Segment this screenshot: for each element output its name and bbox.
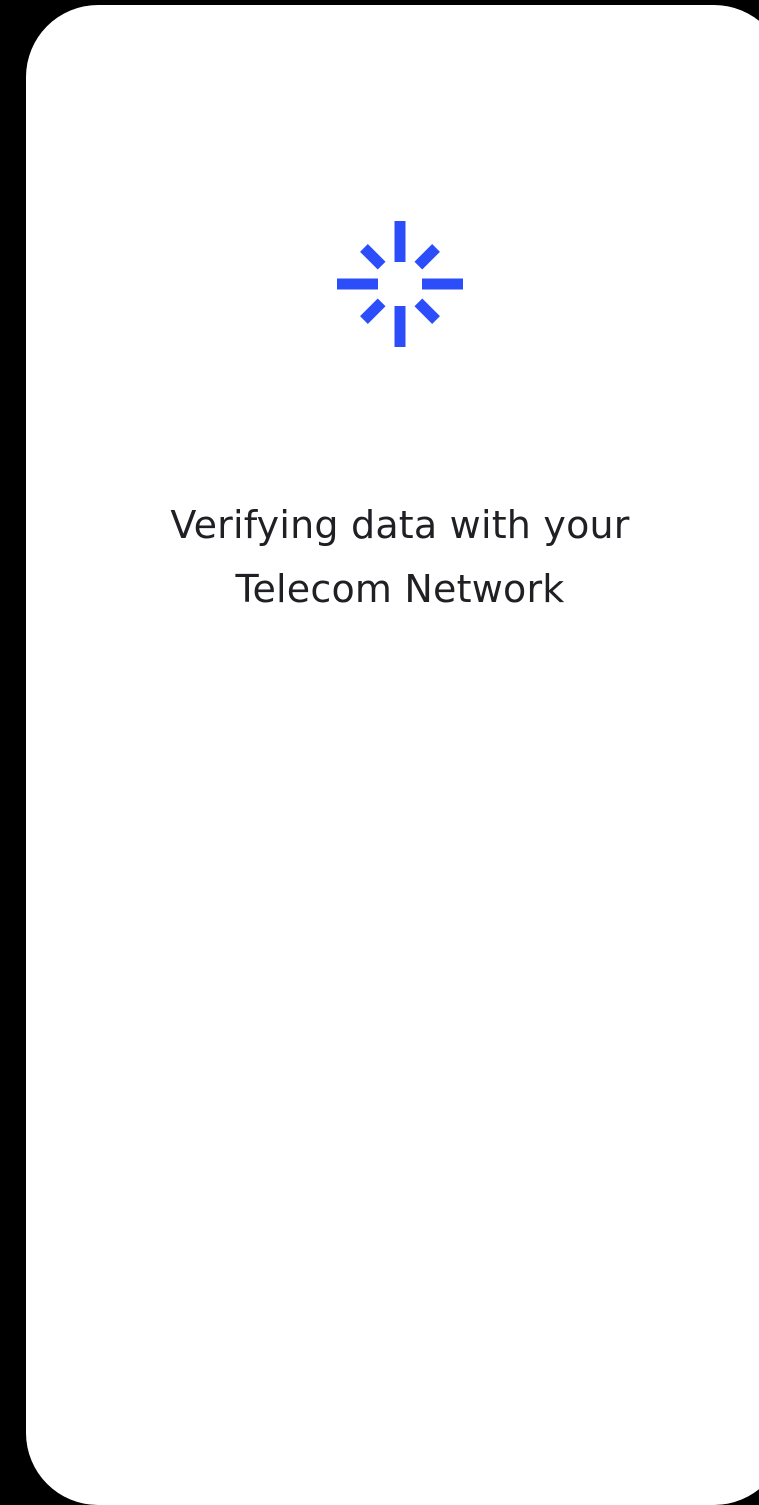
phone-screen: Verifying data with your Telecom Network bbox=[26, 5, 759, 1505]
status-message-line-2: Telecom Network bbox=[235, 567, 565, 611]
loading-spinner-icon bbox=[335, 219, 465, 349]
verifying-status-message: Verifying data with your Telecom Network bbox=[26, 493, 759, 621]
spinner-ray bbox=[360, 244, 386, 270]
spinner-ray bbox=[414, 298, 440, 324]
spinner-ray bbox=[414, 244, 440, 270]
status-message-line-1: Verifying data with your bbox=[170, 503, 630, 547]
spinner-graphic bbox=[337, 221, 463, 347]
spinner-ray bbox=[360, 298, 386, 324]
